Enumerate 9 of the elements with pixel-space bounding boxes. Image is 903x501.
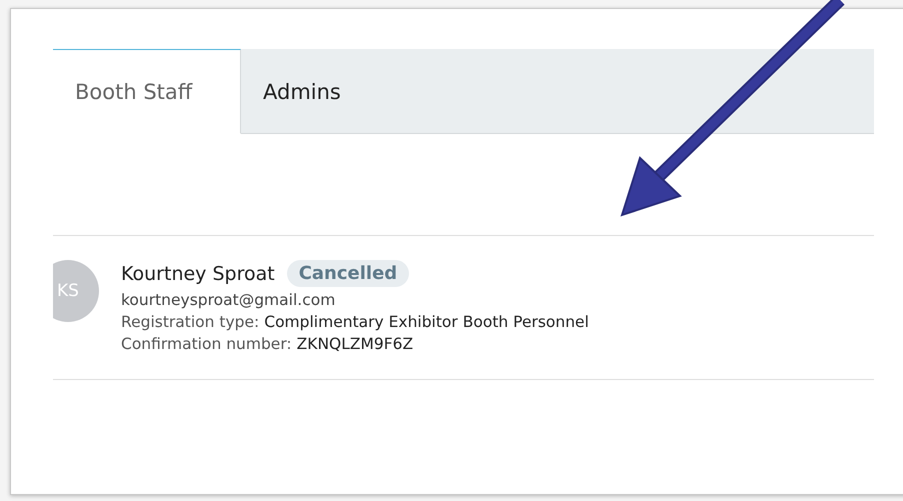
staff-email: kourtneysproat@gmail.com (121, 291, 336, 309)
field-label: Registration type: (121, 313, 260, 331)
avatar: KS (53, 260, 99, 322)
staff-name: Kourtney Sproat (121, 262, 275, 284)
field-value: ZKNQLZM9F6Z (296, 335, 414, 353)
tab[interactable]: Booth Staff (53, 49, 241, 134)
field-label: Confirmation number: (121, 335, 292, 353)
field-value: Complimentary Exhibitor Booth Personnel (264, 313, 589, 331)
status-badge: Cancelled (286, 260, 410, 287)
